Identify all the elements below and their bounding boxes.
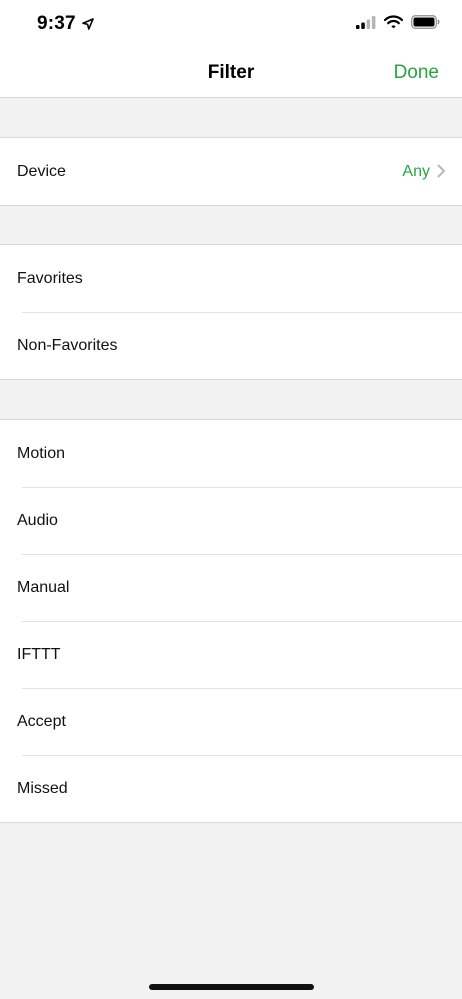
list-item-audio[interactable]: Audio — [0, 487, 462, 554]
list-item-label: Favorites — [17, 269, 83, 287]
list-item-motion[interactable]: Motion — [0, 420, 462, 487]
battery-icon — [411, 15, 440, 29]
navigation-bar: Filter Done — [0, 50, 462, 98]
list-item-label: IFTTT — [17, 645, 61, 663]
list-item-label: Motion — [17, 444, 66, 462]
status-indicators — [356, 15, 440, 29]
list-item-non-favorites[interactable]: Non-Favorites — [0, 312, 462, 379]
list-item-manual[interactable]: Manual — [0, 554, 462, 621]
list-item-accept[interactable]: Accept — [0, 688, 462, 755]
list-item-label: Non-Favorites — [17, 336, 118, 354]
status-bar: 9:37 — [0, 0, 462, 50]
list-item-label: Audio — [17, 511, 58, 529]
home-indicator[interactable] — [149, 984, 314, 990]
device-section: Device Any — [0, 137, 462, 206]
device-label: Device — [17, 162, 66, 180]
list-item-label: Missed — [17, 779, 68, 797]
status-time-group: 9:37 — [37, 13, 94, 35]
location-arrow-icon — [82, 18, 94, 30]
chevron-right-icon — [437, 164, 445, 178]
favorites-section: Favorites Non-Favorites — [0, 244, 462, 380]
done-button[interactable]: Done — [394, 62, 439, 84]
status-time: 9:37 — [37, 13, 76, 34]
list-item-missed[interactable]: Missed — [0, 755, 462, 822]
cellular-signal-icon — [356, 15, 376, 29]
device-value: Any — [402, 162, 430, 180]
wifi-icon — [384, 15, 403, 29]
event-type-section: Motion Audio Manual IFTTT Accept Missed — [0, 419, 462, 823]
list-item-favorites[interactable]: Favorites — [0, 245, 462, 312]
device-row[interactable]: Device Any — [0, 138, 462, 205]
list-item-label: Manual — [17, 578, 70, 596]
list-item-ifttt[interactable]: IFTTT — [0, 621, 462, 688]
list-item-label: Accept — [17, 712, 66, 730]
